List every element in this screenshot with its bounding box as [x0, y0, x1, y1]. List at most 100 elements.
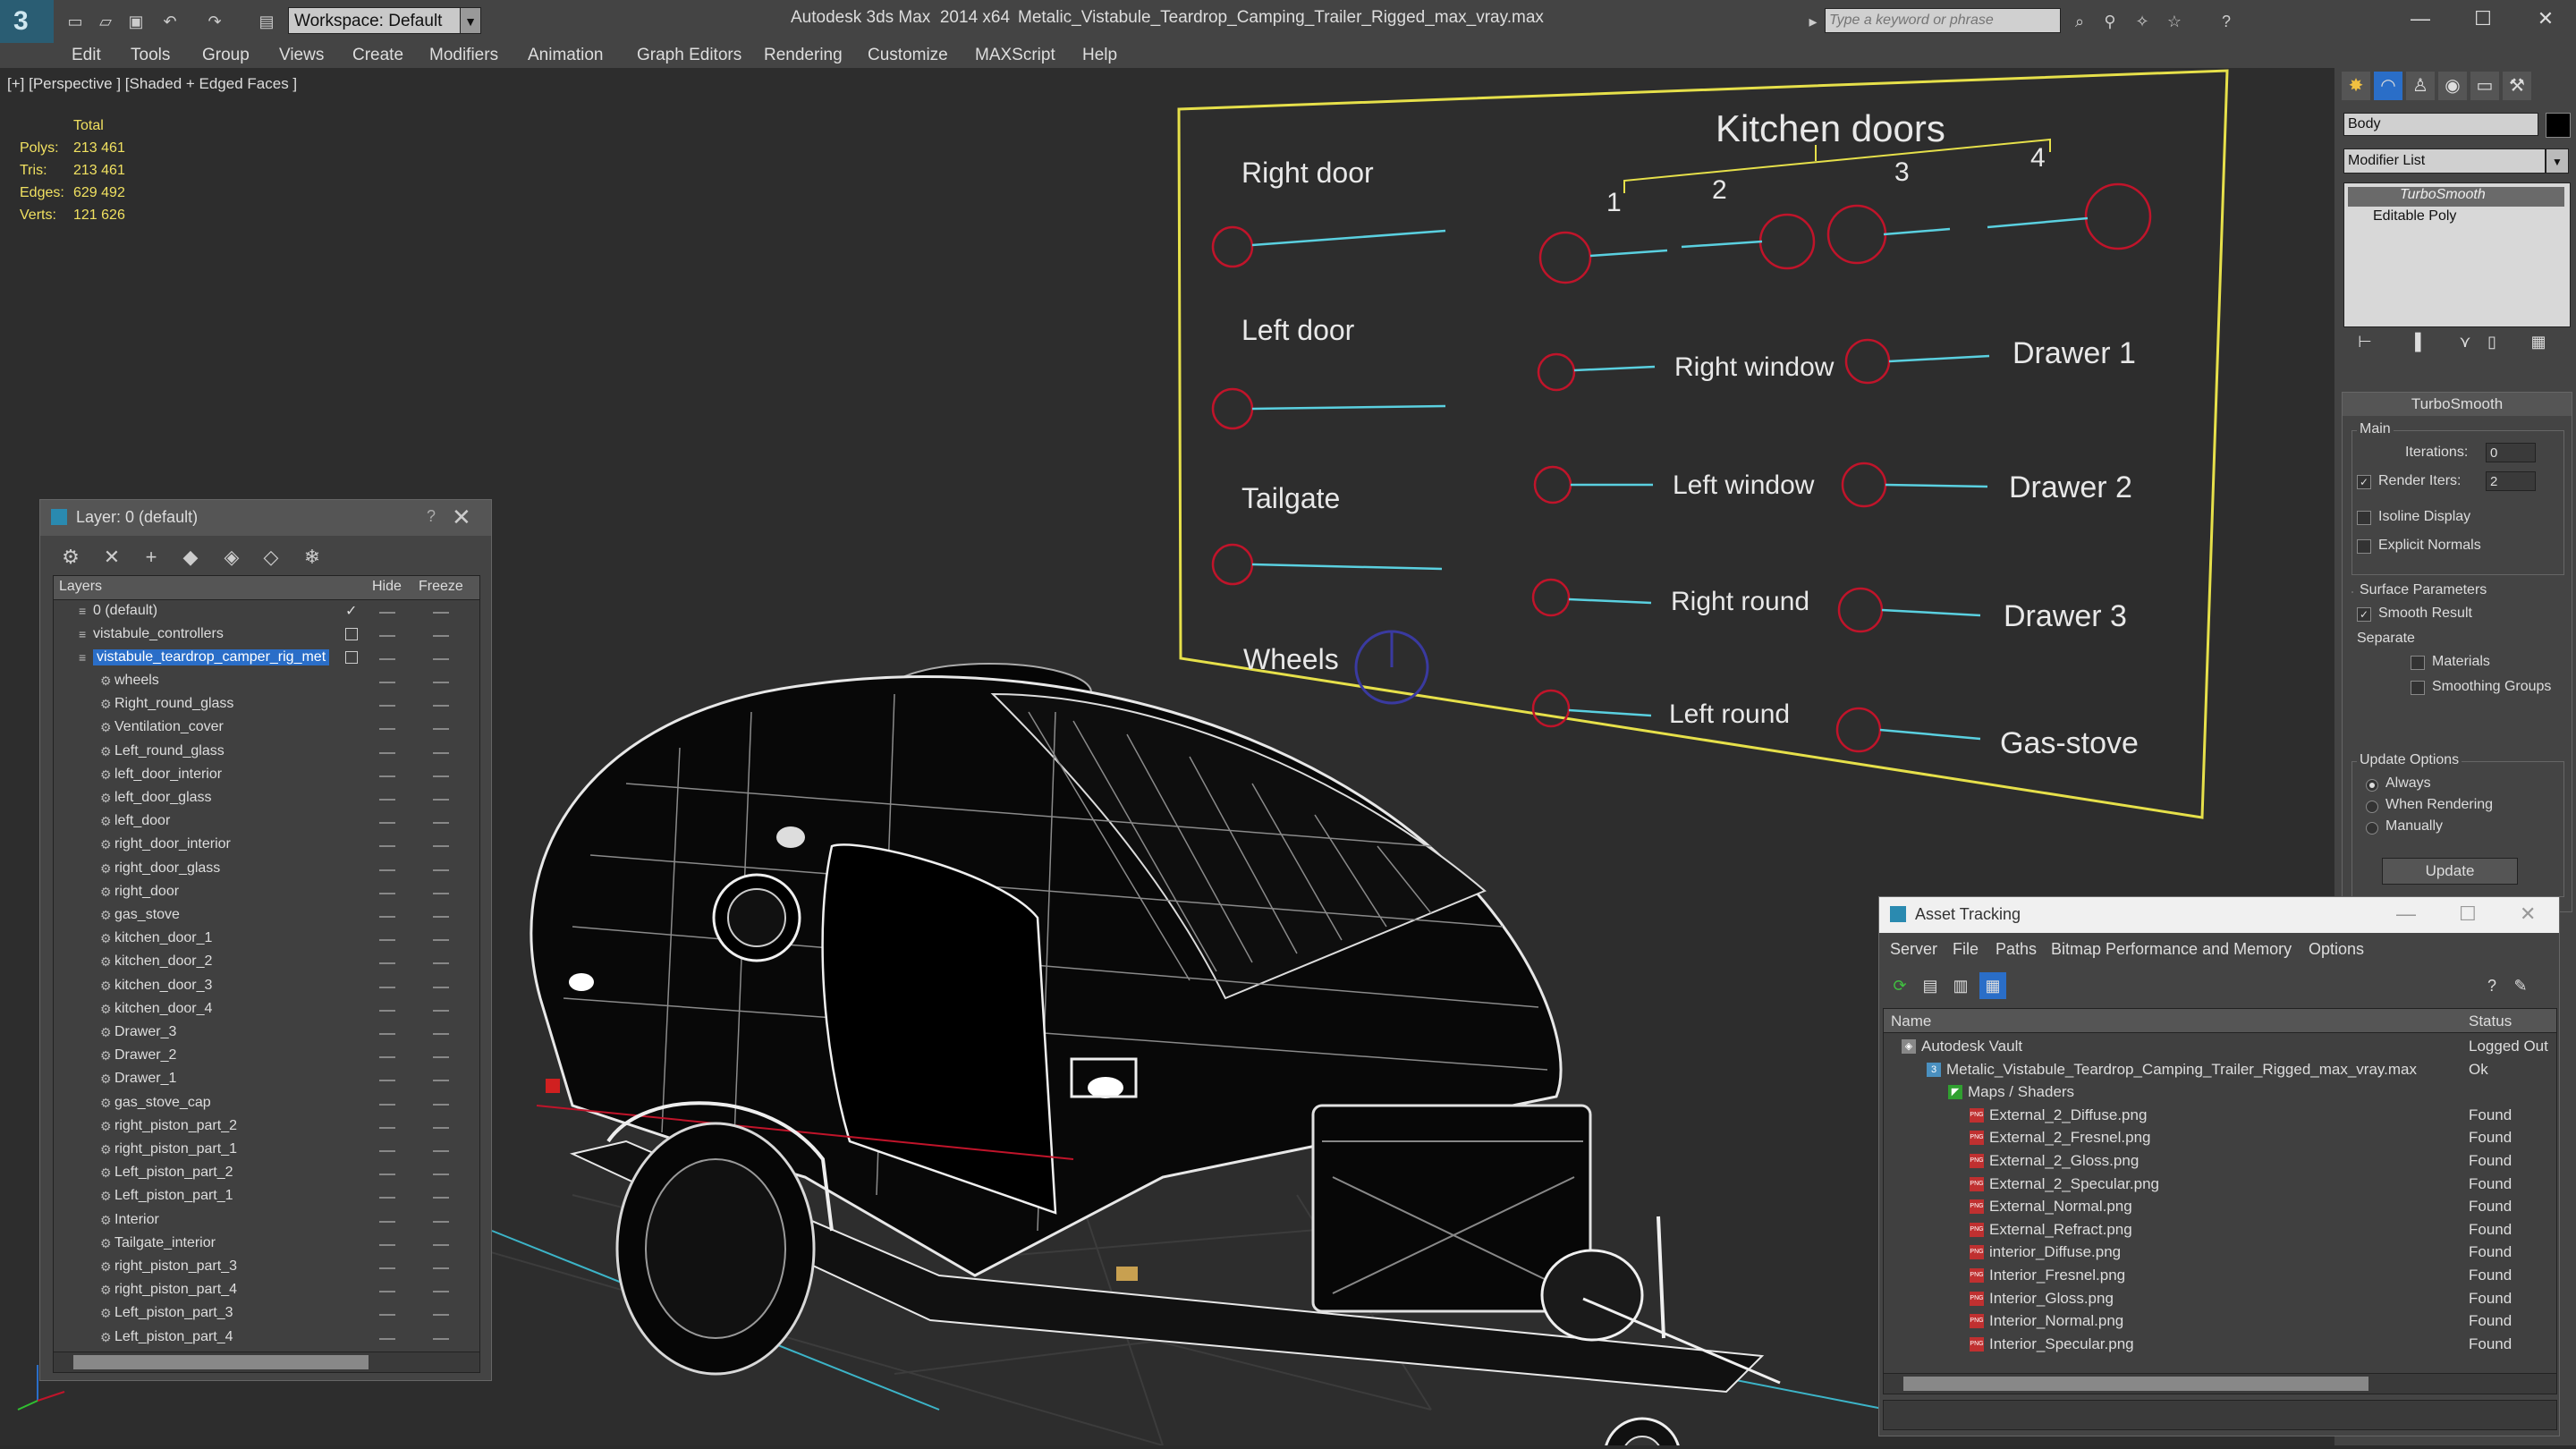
object-name[interactable]: wheels: [114, 673, 159, 689]
asset-row[interactable]: PNG Interior_Normal.png Found: [1884, 1310, 2556, 1333]
menu-animation[interactable]: Animation: [528, 46, 604, 65]
freeze-toggle[interactable]: [433, 612, 449, 614]
hide-toggle[interactable]: [379, 799, 395, 801]
asset-row[interactable]: PNG External_2_Specular.png Found: [1884, 1174, 2556, 1196]
minimize-button[interactable]: —: [2396, 902, 2416, 926]
freeze-toggle[interactable]: [433, 869, 449, 871]
object-name[interactable]: right_piston_part_3: [114, 1258, 237, 1275]
asset-row[interactable]: ◤ Maps / Shaders: [1884, 1081, 2556, 1104]
isoline-checkbox[interactable]: [2357, 511, 2371, 525]
select-objects-icon[interactable]: ◆: [176, 543, 205, 572]
menu-graph-editors[interactable]: Graph Editors: [637, 46, 741, 65]
hide-toggle[interactable]: [379, 1291, 395, 1293]
object-row[interactable]: ⚙ kitchen_door_4: [54, 999, 479, 1021]
object-name[interactable]: kitchen_door_3: [114, 978, 212, 994]
freeze-toggle[interactable]: [433, 1243, 449, 1246]
asset-row[interactable]: PNG interior_Diffuse.png Found: [1884, 1241, 2556, 1264]
maximize-button[interactable]: ☐: [2459, 902, 2477, 926]
freeze-toggle[interactable]: [433, 1033, 449, 1035]
freeze-toggle[interactable]: [433, 1080, 449, 1082]
asset-name[interactable]: Interior_Fresnel.png: [1989, 1267, 2125, 1284]
materials-checkbox[interactable]: [2411, 656, 2425, 670]
refresh-icon[interactable]: ⟳: [1886, 972, 1913, 999]
hide-toggle[interactable]: [379, 916, 395, 918]
asset-table[interactable]: Name Status ◈ Autodesk Vault Logged Out 3 Me…: [1883, 1008, 2557, 1380]
binoculars-icon[interactable]: ⌕: [2068, 11, 2091, 32]
object-name[interactable]: Drawer_3: [114, 1024, 176, 1040]
object-row[interactable]: ⚙ Drawer_2: [54, 1046, 479, 1067]
object-row[interactable]: ⚙ right_door_glass: [54, 859, 479, 880]
hide-toggle[interactable]: [379, 1056, 395, 1059]
detail-view-icon[interactable]: ▥: [1947, 972, 1974, 999]
render-iters-checkbox[interactable]: ✓: [2357, 475, 2371, 489]
object-name[interactable]: right_door: [114, 884, 179, 900]
col-hide[interactable]: Hide: [372, 579, 402, 595]
object-name[interactable]: right_door_interior: [114, 836, 231, 852]
asset-row[interactable]: PNG External_Refract.png Found: [1884, 1219, 2556, 1241]
hide-toggle[interactable]: [379, 822, 395, 825]
object-row[interactable]: ⚙ Left_round_glass: [54, 741, 479, 763]
freeze-toggle[interactable]: [433, 1009, 449, 1012]
modifier-stack[interactable]: TurboSmooth Editable Poly: [2343, 182, 2571, 327]
menu-views[interactable]: Views: [279, 46, 324, 65]
object-row[interactable]: ⚙ Right_round_glass: [54, 694, 479, 716]
layer-manager-window[interactable]: Layer: 0 (default) ? ✕ ⚙ ✕ + ◆ ◈ ◇ ❄ Lay…: [39, 499, 492, 1381]
layer-settings-icon[interactable]: ⚙: [56, 543, 85, 572]
freeze-toggle[interactable]: [433, 1337, 449, 1340]
asset-name[interactable]: Maps / Shaders: [1968, 1083, 2074, 1101]
object-name[interactable]: Drawer_2: [114, 1047, 176, 1063]
stack-item-editable-poly[interactable]: Editable Poly: [2348, 208, 2564, 228]
freeze-toggle[interactable]: [433, 1197, 449, 1199]
hide-toggle[interactable]: [379, 682, 395, 683]
asset-name[interactable]: External_2_Diffuse.png: [1989, 1106, 2147, 1124]
asset-name[interactable]: External_Refract.png: [1989, 1221, 2132, 1239]
freeze-toggle[interactable]: [433, 892, 449, 894]
object-name[interactable]: Drawer_1: [114, 1071, 176, 1087]
object-row[interactable]: ⚙ right_piston_part_3: [54, 1257, 479, 1278]
asset-row[interactable]: 3 Metalic_Vistabule_Teardrop_Camping_Trai…: [1884, 1059, 2556, 1081]
menu-options[interactable]: Options: [2309, 940, 2364, 959]
maximize-button[interactable]: ☐: [2465, 5, 2501, 32]
when-rendering-radio[interactable]: [2366, 801, 2378, 813]
smoothing-groups-checkbox[interactable]: [2411, 681, 2425, 695]
list-view-icon[interactable]: ▤: [1917, 972, 1944, 999]
hide-toggle[interactable]: [379, 1174, 395, 1176]
asset-name[interactable]: Autodesk Vault: [1921, 1038, 2022, 1055]
communication-icon[interactable]: ✧: [2131, 11, 2154, 32]
chevron-down-icon[interactable]: ▼: [2546, 148, 2569, 174]
favorites-star-icon[interactable]: ☆: [2163, 11, 2186, 32]
chevron-down-icon[interactable]: ▼: [460, 7, 481, 34]
object-row[interactable]: ⚙ right_piston_part_2: [54, 1116, 479, 1138]
display-tab-icon[interactable]: ▭: [2470, 72, 2499, 100]
object-color-swatch[interactable]: [2546, 113, 2571, 138]
object-name[interactable]: gas_stove_cap: [114, 1095, 211, 1111]
freeze-toggle[interactable]: [433, 682, 449, 683]
new-file-icon[interactable]: ▭: [63, 11, 88, 32]
hide-toggle[interactable]: [379, 1220, 395, 1223]
layer-row[interactable]: ≡ vistabule_teardrop_camper_rig_met: [54, 648, 479, 669]
scrollbar-thumb[interactable]: [73, 1355, 369, 1369]
asset-name[interactable]: Interior_Gloss.png: [1989, 1290, 2114, 1308]
freeze-toggle[interactable]: [433, 751, 449, 754]
object-row[interactable]: ⚙ Tailgate_interior: [54, 1233, 479, 1255]
open-file-icon[interactable]: ▱: [93, 11, 118, 32]
object-name[interactable]: Left_round_glass: [114, 743, 225, 759]
smooth-result-checkbox[interactable]: ✓: [2357, 607, 2371, 622]
freeze-toggle[interactable]: [433, 705, 449, 708]
freeze-toggle[interactable]: [433, 1174, 449, 1176]
freeze-toggle[interactable]: [433, 822, 449, 825]
object-row[interactable]: ⚙ Ventilation_cover: [54, 717, 479, 739]
object-row[interactable]: ⚙ Left_piston_part_3: [54, 1303, 479, 1325]
hide-toggle[interactable]: [379, 751, 395, 754]
object-row[interactable]: ⚙ Interior: [54, 1210, 479, 1232]
search-expand-icon[interactable]: ▸: [1801, 11, 1825, 32]
object-name[interactable]: Left_piston_part_1: [114, 1188, 233, 1204]
object-row[interactable]: ⚙ right_door_interior: [54, 835, 479, 856]
freeze-toggle[interactable]: [433, 962, 449, 965]
col-freeze[interactable]: Freeze: [419, 579, 463, 595]
object-row[interactable]: ⚙ right_piston_part_4: [54, 1280, 479, 1301]
help-icon[interactable]: ?: [2215, 11, 2238, 32]
menu-edit[interactable]: Edit: [72, 46, 101, 65]
asset-name[interactable]: External_2_Gloss.png: [1989, 1152, 2139, 1170]
asset-name[interactable]: External_2_Specular.png: [1989, 1175, 2159, 1193]
